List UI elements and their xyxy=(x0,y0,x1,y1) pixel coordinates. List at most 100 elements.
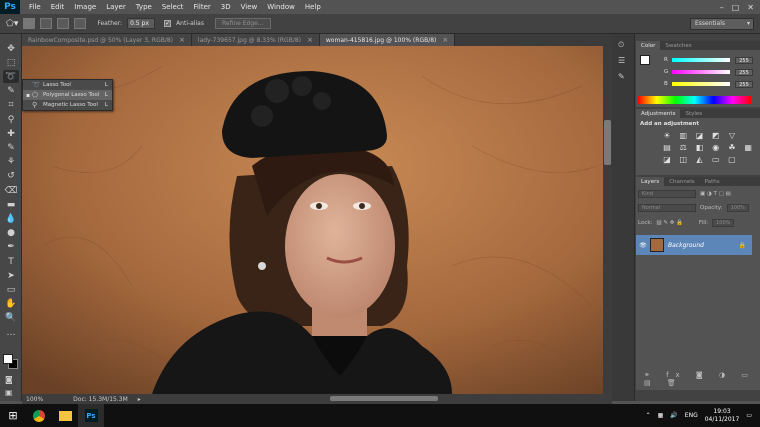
add-selection-icon[interactable] xyxy=(40,18,53,29)
slider-g[interactable]: G 255 xyxy=(664,68,756,76)
fill-input[interactable]: 100% xyxy=(712,218,735,227)
workspace-select[interactable]: Essentials ▾ xyxy=(690,17,754,30)
tab-paths[interactable]: Paths xyxy=(700,177,725,186)
foreground-swatch[interactable] xyxy=(640,55,650,65)
tool-preset-icon[interactable]: ⬠▾ xyxy=(6,19,18,29)
channel-mixer-icon[interactable]: ☘ xyxy=(727,143,737,153)
shape-tool-icon[interactable]: ▭ xyxy=(3,283,19,296)
tab-color[interactable]: Color xyxy=(636,41,661,50)
vertical-scroll-thumb[interactable] xyxy=(604,120,611,165)
flyout-lasso-tool[interactable]: ➰ Lasso Tool L xyxy=(23,80,112,90)
antialias-checkbox[interactable]: ✓ xyxy=(164,20,172,27)
screen-mode-icon[interactable]: ▣ xyxy=(5,388,13,397)
minimize-button[interactable]: – xyxy=(720,3,724,12)
refine-edge-button[interactable]: Refine Edge... xyxy=(214,18,271,29)
subtract-selection-icon[interactable] xyxy=(57,18,70,29)
chrome-icon[interactable] xyxy=(26,404,52,427)
channel-value[interactable]: 255 xyxy=(735,68,753,76)
hue-saturation-icon[interactable]: ▤ xyxy=(662,143,672,153)
properties-panel-icon[interactable]: ☰ xyxy=(618,56,625,65)
menu-help[interactable]: Help xyxy=(300,3,326,11)
zoom-field[interactable]: 100% xyxy=(26,396,43,403)
posterize-icon[interactable]: ◫ xyxy=(678,155,688,165)
language-indicator[interactable]: ENG xyxy=(685,412,698,419)
photoshop-taskbar-icon[interactable]: Ps xyxy=(78,404,104,427)
windows-start-icon[interactable]: ⊞ xyxy=(0,404,26,427)
quick-mask-icon[interactable]: ◙ xyxy=(5,375,13,384)
vertical-scrollbar[interactable] xyxy=(603,46,612,394)
gradient-tool-icon[interactable]: ▬ xyxy=(3,198,19,211)
pen-tool-icon[interactable]: ✒ xyxy=(3,241,19,254)
levels-icon[interactable]: ▥ xyxy=(678,131,688,141)
kind-filter-select[interactable]: Kind xyxy=(638,189,696,198)
lasso-tool-icon[interactable]: ➰ xyxy=(3,70,19,84)
threshold-icon[interactable]: ◭ xyxy=(694,155,704,165)
slider-b[interactable]: B 255 xyxy=(664,80,756,88)
crop-tool-icon[interactable]: ⌗ xyxy=(3,99,19,112)
menu-window[interactable]: Window xyxy=(262,3,300,11)
move-tool-icon[interactable]: ✥ xyxy=(3,42,19,55)
brightness-icon[interactable]: ☀ xyxy=(662,131,672,141)
clock[interactable]: 19:03 04/11/2017 xyxy=(705,408,740,424)
tab-layers[interactable]: Layers xyxy=(636,177,665,186)
invert-icon[interactable]: ◪ xyxy=(662,155,672,165)
close-tab-icon[interactable]: × xyxy=(307,36,313,44)
gradient-map-icon[interactable]: ▭ xyxy=(711,155,721,165)
show-hidden-icon[interactable]: ⌃ xyxy=(646,412,651,419)
notification-icon[interactable]: ▭ xyxy=(746,412,752,419)
exposure-icon[interactable]: ◩ xyxy=(711,131,721,141)
intersect-selection-icon[interactable] xyxy=(74,18,87,29)
tab-adjustments[interactable]: Adjustments xyxy=(636,109,681,118)
hand-tool-icon[interactable]: ✋ xyxy=(3,298,19,311)
foreground-color-swatch[interactable] xyxy=(3,354,13,364)
blur-tool-icon[interactable]: 💧 xyxy=(3,212,19,225)
eyedropper-tool-icon[interactable]: ⚲ xyxy=(3,113,19,126)
menu-edit[interactable]: Edit xyxy=(46,3,70,11)
selective-color-icon[interactable]: ▢ xyxy=(727,155,737,165)
horizontal-scroll-thumb[interactable] xyxy=(330,396,438,401)
layer-row-background[interactable]: 👁 Background 🔒 xyxy=(636,235,752,255)
menu-select[interactable]: Select xyxy=(157,3,189,11)
brush-tool-icon[interactable]: ✎ xyxy=(3,141,19,154)
slider-track[interactable] xyxy=(672,82,730,86)
black-white-icon[interactable]: ◧ xyxy=(694,143,704,153)
tab-swatches[interactable]: Swatches xyxy=(660,41,696,50)
color-lookup-icon[interactable]: ▦ xyxy=(743,143,753,153)
slider-r[interactable]: R 255 xyxy=(664,56,756,64)
opacity-input[interactable]: 100% xyxy=(726,203,749,212)
menu-3d[interactable]: 3D xyxy=(216,3,236,11)
network-icon[interactable]: ▦ xyxy=(658,412,664,419)
clone-stamp-icon[interactable]: ⚘ xyxy=(3,156,19,169)
close-button[interactable]: ✕ xyxy=(747,3,754,12)
status-arrow-icon[interactable]: ▸ xyxy=(138,396,141,403)
edit-toolbar-icon[interactable]: … xyxy=(3,326,19,339)
history-brush-icon[interactable]: ↺ xyxy=(3,170,19,183)
layer-name[interactable]: Background xyxy=(668,242,704,249)
layers-footer-icons[interactable]: ⚭ fx ◙ ◑ ▭ ▤ 🗑 xyxy=(644,371,760,387)
type-tool-icon[interactable]: T xyxy=(3,255,19,268)
path-select-icon[interactable]: ➤ xyxy=(3,269,19,282)
channel-value[interactable]: 255 xyxy=(735,56,753,64)
menu-image[interactable]: Image xyxy=(69,3,101,11)
vibrance-icon[interactable]: ▽ xyxy=(727,131,737,141)
tab-styles[interactable]: Styles xyxy=(680,109,707,118)
lock-icons[interactable]: ▧ ✎ ✥ 🔒 xyxy=(656,220,683,226)
tab-channels[interactable]: Channels xyxy=(664,177,699,186)
color-ramp[interactable] xyxy=(638,96,751,104)
menu-layer[interactable]: Layer xyxy=(101,3,131,11)
tab-lady[interactable]: lady-739657.jpg @ 8.33% (RGB/8) × xyxy=(191,34,320,46)
new-selection-icon[interactable] xyxy=(23,18,36,29)
slider-track[interactable] xyxy=(672,70,730,74)
volume-icon[interactable]: 🔊 xyxy=(670,412,677,419)
history-panel-icon[interactable]: ⏲ xyxy=(618,40,624,50)
marquee-tool-icon[interactable]: ⬚ xyxy=(3,56,19,69)
eye-icon[interactable]: 👁 xyxy=(636,242,650,249)
menu-file[interactable]: File xyxy=(24,3,46,11)
file-explorer-icon[interactable] xyxy=(52,404,78,427)
eraser-tool-icon[interactable]: ⌫ xyxy=(3,184,19,197)
healing-brush-icon[interactable]: ✚ xyxy=(3,127,19,140)
menu-filter[interactable]: Filter xyxy=(188,3,215,11)
flyout-polygonal-lasso-tool[interactable]: ▪ ⬠ Polygonal Lasso Tool L xyxy=(23,90,112,100)
quick-select-tool-icon[interactable]: ✎ xyxy=(3,85,19,98)
close-tab-icon[interactable]: × xyxy=(179,36,185,44)
